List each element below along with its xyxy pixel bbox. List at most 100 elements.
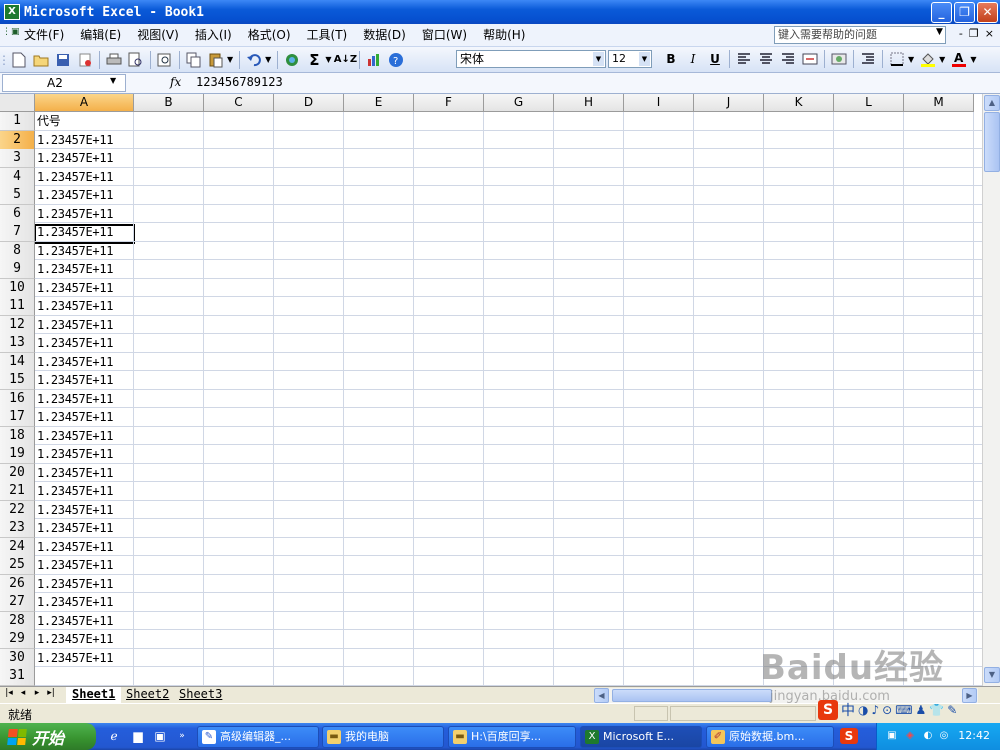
align-right-icon[interactable] — [778, 49, 798, 69]
bold-button[interactable]: B — [661, 49, 681, 69]
prev-sheet-icon[interactable]: ◂ — [16, 688, 30, 698]
hyperlink-icon[interactable] — [282, 50, 302, 70]
formula-input[interactable]: 123456789123 — [196, 75, 283, 89]
font-color-icon[interactable]: A — [949, 49, 969, 69]
ime-logo-icon[interactable]: S — [818, 700, 838, 720]
select-all-corner[interactable] — [0, 94, 35, 112]
cell-a10[interactable]: 1.23457E+11 — [36, 279, 134, 297]
ime-fullwidth-icon[interactable]: ⊙ — [882, 703, 892, 717]
paste-dropdown-icon[interactable]: ▼ — [227, 55, 233, 64]
task-button-my-computer[interactable]: ▬ 我的电脑 — [322, 726, 444, 748]
chart-icon[interactable] — [364, 50, 384, 70]
ime-keyboard-icon[interactable]: ⌨ — [895, 703, 912, 717]
font-color-dropdown-icon[interactable]: ▼ — [970, 55, 976, 64]
cell-a3[interactable]: 1.23457E+11 — [36, 149, 134, 167]
maximize-button[interactable]: ❐ — [954, 2, 975, 23]
name-box[interactable]: A2 — [2, 74, 126, 92]
last-sheet-icon[interactable]: ▸| — [44, 688, 58, 698]
cell-a19[interactable]: 1.23457E+11 — [36, 445, 134, 463]
column-header-c[interactable]: C — [204, 94, 274, 112]
cell-a9[interactable]: 1.23457E+11 — [36, 260, 134, 278]
help-search-input[interactable]: 键入需要帮助的问题 — [774, 26, 946, 44]
cell-a24[interactable]: 1.23457E+11 — [36, 538, 134, 556]
task-button-paint[interactable]: ✐ 原始数据.bm... — [706, 726, 834, 748]
vertical-scroll-thumb[interactable] — [984, 112, 1000, 172]
quicklaunch-expand-icon[interactable]: » — [174, 728, 190, 744]
row-header-12[interactable]: 12 — [0, 315, 35, 335]
antivirus-icon[interactable]: ◎ — [937, 729, 951, 743]
row-header-6[interactable]: 6 — [0, 204, 35, 224]
menu-tools[interactable]: 工具(T) — [299, 25, 356, 45]
cell-a4[interactable]: 1.23457E+11 — [36, 168, 134, 186]
menu-file[interactable]: 文件(F) — [16, 25, 72, 45]
new-icon[interactable] — [9, 50, 29, 70]
vertical-scrollbar[interactable]: ▲ ▼ — [982, 94, 1000, 686]
row-header-4[interactable]: 4 — [0, 167, 35, 187]
cell-a7[interactable]: 1.23457E+11 — [36, 223, 134, 241]
cell-a2[interactable]: 1.23457E+11 — [36, 131, 134, 149]
cell-a20[interactable]: 1.23457E+11 — [36, 464, 134, 482]
cell-a8[interactable]: 1.23457E+11 — [36, 242, 134, 260]
borders-icon[interactable] — [887, 49, 907, 69]
column-header-b[interactable]: B — [134, 94, 204, 112]
permission-icon[interactable] — [75, 50, 95, 70]
cell-a5[interactable]: 1.23457E+11 — [36, 186, 134, 204]
row-header-31[interactable]: 31 — [0, 667, 35, 686]
print-icon[interactable] — [104, 50, 124, 70]
save-icon[interactable] — [53, 50, 73, 70]
currency-style-icon[interactable] — [829, 49, 849, 69]
row-header-5[interactable]: 5 — [0, 186, 35, 205]
cell-a16[interactable]: 1.23457E+11 — [36, 390, 134, 408]
cell-a27[interactable]: 1.23457E+11 — [36, 593, 134, 611]
column-header-e[interactable]: E — [344, 94, 414, 112]
cell-a11[interactable]: 1.23457E+11 — [36, 297, 134, 315]
cell-a29[interactable]: 1.23457E+11 — [36, 630, 134, 648]
row-header-14[interactable]: 14 — [0, 352, 35, 372]
row-header-2[interactable]: 2 — [0, 130, 35, 150]
network-icon[interactable]: ▣ — [885, 729, 899, 743]
ime-punctuation-icon[interactable]: ◑ — [858, 703, 868, 717]
menu-insert[interactable]: 插入(I) — [187, 25, 240, 45]
name-box-dropdown-icon[interactable]: ▼ — [110, 76, 116, 85]
menu-window[interactable]: 窗口(W) — [414, 25, 475, 45]
cell-a18[interactable]: 1.23457E+11 — [36, 427, 134, 445]
row-header-9[interactable]: 9 — [0, 260, 35, 279]
spreadsheet-grid[interactable]: A B C D E F G H I J K L M 1 代号 2 1.23457E+11 3 1.23457E+11… — [0, 94, 982, 686]
doc-minimize-button[interactable]: - — [959, 27, 963, 40]
row-header-16[interactable]: 16 — [0, 389, 35, 409]
doc-restore-button[interactable]: ❐ — [969, 27, 979, 40]
cell-a15[interactable]: 1.23457E+11 — [36, 371, 134, 389]
row-header-15[interactable]: 15 — [0, 371, 35, 390]
menu-edit[interactable]: 编辑(E) — [72, 25, 129, 45]
cell-a13[interactable]: 1.23457E+11 — [36, 334, 134, 352]
cell-a6[interactable]: 1.23457E+11 — [36, 205, 134, 223]
row-header-1[interactable]: 1 — [0, 112, 35, 131]
menu-view[interactable]: 视图(V) — [129, 25, 187, 45]
cell-a23[interactable]: 1.23457E+11 — [36, 519, 134, 537]
doc-close-button[interactable]: × — [985, 27, 994, 40]
row-header-18[interactable]: 18 — [0, 426, 35, 446]
underline-button[interactable]: U — [705, 49, 725, 69]
cell-a30[interactable]: 1.23457E+11 — [36, 649, 134, 667]
cell-a14[interactable]: 1.23457E+11 — [36, 353, 134, 371]
autosum-dropdown-icon[interactable]: ▼ — [325, 55, 331, 64]
ime-music-icon[interactable]: ♪ — [871, 703, 879, 717]
row-header-8[interactable]: 8 — [0, 241, 35, 261]
row-header-3[interactable]: 3 — [0, 149, 35, 168]
paste-icon[interactable] — [206, 50, 226, 70]
row-header-29[interactable]: 29 — [0, 630, 35, 649]
menu-help[interactable]: 帮助(H) — [475, 25, 533, 45]
horizontal-scroll-thumb[interactable] — [612, 689, 772, 702]
italic-button[interactable]: I — [683, 49, 703, 69]
cell-a25[interactable]: 1.23457E+11 — [36, 556, 134, 574]
sheet-tab-1[interactable]: Sheet1 — [66, 687, 122, 703]
copy-icon[interactable] — [184, 50, 204, 70]
folder-quicklaunch-icon[interactable]: ▆ — [130, 728, 146, 744]
column-header-i[interactable]: I — [624, 94, 694, 112]
row-header-17[interactable]: 17 — [0, 408, 35, 427]
row-header-24[interactable]: 24 — [0, 537, 35, 557]
column-header-g[interactable]: G — [484, 94, 554, 112]
font-name-select[interactable]: 宋体 ▼ — [456, 50, 606, 68]
clock[interactable]: 12:42 — [958, 729, 990, 742]
fill-color-icon[interactable] — [918, 49, 938, 69]
